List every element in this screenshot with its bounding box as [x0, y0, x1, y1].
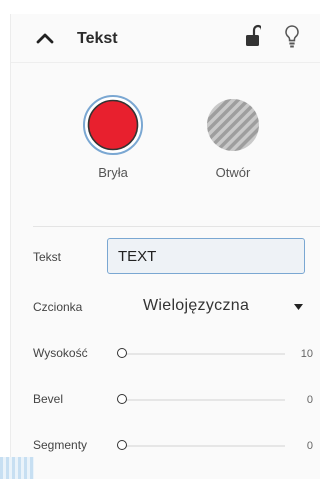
height-value: 10: [300, 348, 313, 360]
height-slider-track: [117, 353, 285, 355]
bevel-slider-thumb[interactable]: [117, 394, 127, 404]
panel-header: Tekst: [11, 14, 320, 64]
section-divider: [33, 226, 320, 227]
solid-circle-icon: [83, 95, 143, 155]
chevron-up-icon[interactable]: [35, 30, 55, 46]
height-slider-thumb[interactable]: [117, 348, 127, 358]
bevel-label: Bevel: [33, 392, 64, 406]
hole-mode-option[interactable]: Otwór: [201, 94, 265, 180]
height-label: Wysokość: [33, 346, 88, 360]
solid-mode-option[interactable]: Bryła: [81, 94, 145, 180]
bevel-slider-track: [117, 399, 285, 401]
lightbulb-icon[interactable]: [284, 24, 300, 50]
text-input[interactable]: [107, 238, 305, 274]
segments-value: 0: [306, 440, 313, 452]
dropdown-caret-icon: [294, 304, 303, 310]
segments-label: Segmenty: [33, 438, 88, 452]
height-slider[interactable]: [117, 346, 285, 362]
hole-mode-label: Otwór: [215, 165, 251, 180]
shape-properties-panel: Tekst Bryła Otwór Tekst TEXT Czcionka Wi…: [10, 14, 320, 479]
solid-mode-label: Bryła: [98, 165, 128, 180]
edge-artifact: [0, 457, 34, 479]
font-selected-value: Wielojęzyczna: [143, 297, 250, 314]
text-label: Tekst: [33, 250, 62, 264]
bevel-value: 0: [306, 394, 313, 406]
bevel-slider[interactable]: [117, 392, 285, 408]
panel-title: Tekst: [77, 30, 118, 47]
hole-striped-circle-icon: [207, 99, 259, 151]
segments-slider[interactable]: [117, 438, 285, 454]
header-divider: [11, 62, 320, 63]
segments-slider-track: [117, 445, 285, 447]
font-label: Czcionka: [33, 300, 83, 314]
unlocked-padlock-icon[interactable]: [245, 24, 261, 48]
font-dropdown[interactable]: Wielojęzyczna: [129, 289, 309, 323]
segments-slider-thumb[interactable]: [117, 440, 127, 450]
